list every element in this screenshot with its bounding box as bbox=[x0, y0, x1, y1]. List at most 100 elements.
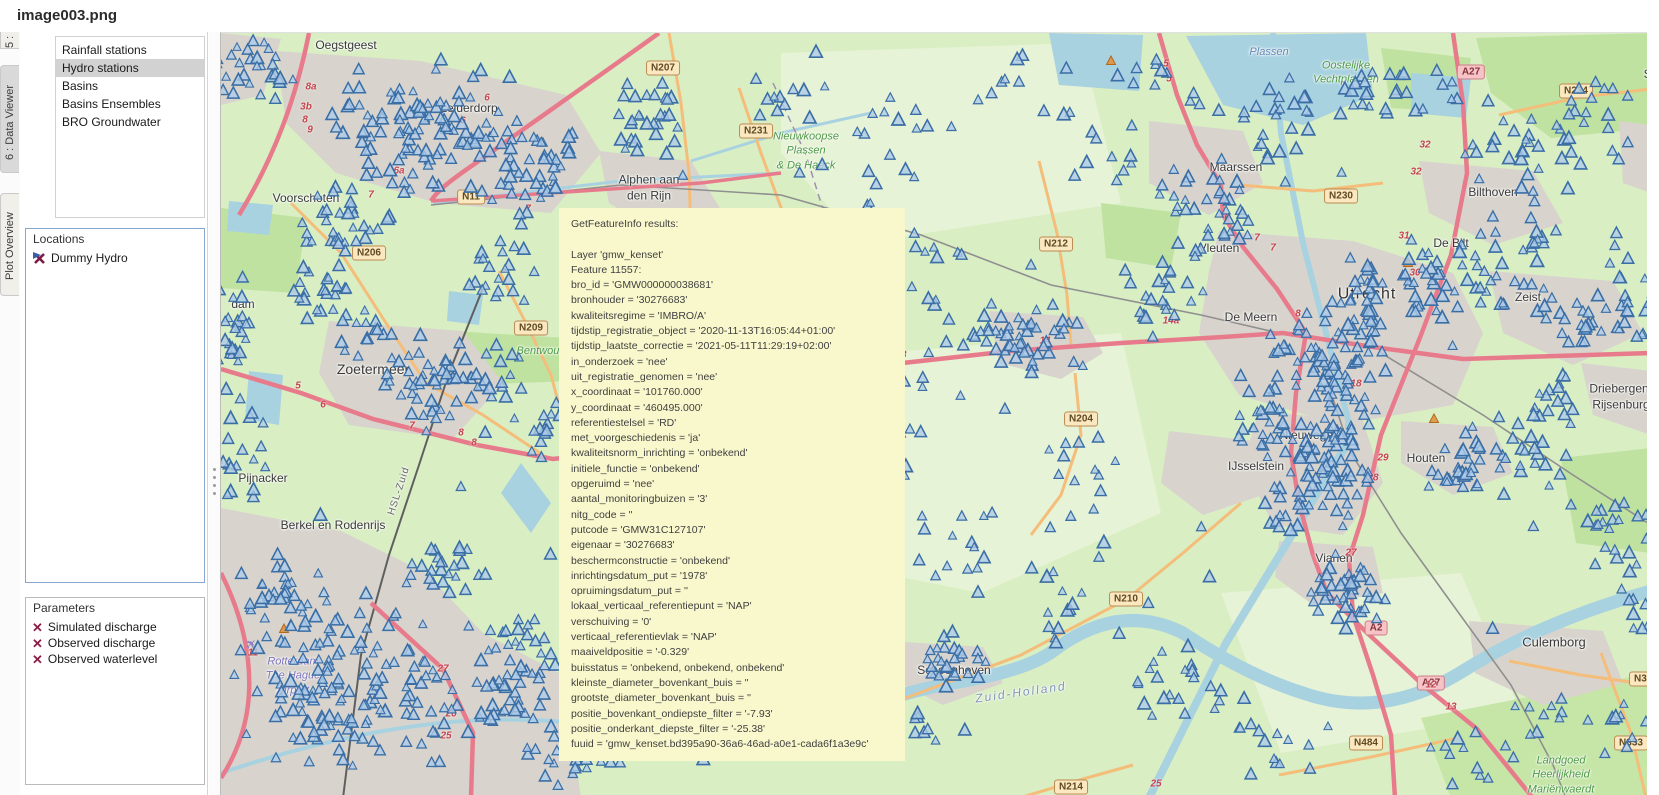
motorway-exit-number: 6 bbox=[484, 93, 490, 104]
gfi-line: grootste_diameter_bovenkant_buis = '' bbox=[571, 691, 893, 706]
city-label-nieuwegein: Nieuwegein bbox=[1280, 428, 1343, 444]
gfi-line: referentiestelsel = 'RD' bbox=[571, 416, 893, 431]
province-label-zuid-holland-river: Zuid-Holland bbox=[974, 679, 1067, 707]
tab-plot-overview[interactable]: Plot Overview bbox=[0, 193, 19, 296]
city-label-leiderdorp: Leiderdorp bbox=[440, 101, 497, 117]
road-shield-n234: N234 bbox=[1559, 84, 1593, 99]
gfi-line: fuuid = 'gmw_kenset.bd395a90-36a6-46ad-a… bbox=[571, 737, 893, 752]
gfi-line: putcode = 'GMW31C127107' bbox=[571, 523, 893, 538]
layer-item-bro-groundwater[interactable]: BRO Groundwater bbox=[56, 113, 204, 131]
gfi-line: verticaal_referentievlak = 'NAP' bbox=[571, 630, 893, 645]
gfi-line: tijdstip_registratie_object = '2020-11-1… bbox=[571, 324, 893, 339]
motorway-exit-number: 7 bbox=[1254, 233, 1260, 244]
rail-label-hsl-zuid: HSL-Zuid bbox=[385, 465, 413, 517]
airplane-icon: ✈ bbox=[240, 633, 261, 654]
gfi-line: maaiveldpositie = '-0.329' bbox=[571, 645, 893, 660]
parameter-item-observed-discharge[interactable]: ✕Observed discharge bbox=[26, 635, 204, 651]
layers-list: Rainfall stationsHydro stationsBasinsBas… bbox=[55, 36, 205, 218]
road-shield-n320: N320 bbox=[1629, 672, 1647, 687]
motorway-exit-number: 13 bbox=[1445, 702, 1456, 713]
gfi-line: kwaliteitsregime = 'IMBRO/A' bbox=[571, 309, 893, 324]
motorway-exit-number: 12 bbox=[1425, 680, 1436, 691]
city-label-berkel-en-rodenrijs: Berkel en Rodenrijs bbox=[281, 518, 386, 534]
x-mark-icon: ✕ bbox=[32, 621, 43, 634]
left-tab-strip: 5 : F 6 : Data Viewer Plot Overview bbox=[0, 32, 20, 795]
city-label-vleuten: Vleuten bbox=[1199, 241, 1240, 257]
motorway-exit-number: 6 bbox=[320, 400, 326, 411]
x-mark-icon: ✕ bbox=[32, 637, 43, 650]
motorway-exit-number: 30 bbox=[1409, 268, 1420, 279]
gfi-line: buisstatus = 'onbekend, onbekend, onbeke… bbox=[571, 661, 893, 676]
road-shield-a2: A2 bbox=[1365, 621, 1388, 636]
city-label-alphen-aan-den-rijn: Alphen aan den Rijn bbox=[619, 172, 680, 203]
motorway-exit-number: 25 bbox=[440, 731, 451, 742]
groundwater-triangle-markers bbox=[221, 35, 1647, 789]
city-label-bilthoven: Bilthoven bbox=[1468, 185, 1517, 201]
airport-label-rotterdam-the-hague: Rotterdam The Hague Airport bbox=[266, 655, 320, 698]
gfi-line: bronhouder = '30276683' bbox=[571, 293, 893, 308]
road-shield-a27: A27 bbox=[1417, 676, 1445, 691]
road-shield-n204: N204 bbox=[1064, 412, 1098, 427]
layer-item-basins-ensembles[interactable]: Basins Ensembles bbox=[56, 95, 204, 113]
parameter-item-observed-waterlevel[interactable]: ✕Observed waterlevel bbox=[26, 651, 204, 667]
city-label-utrecht: Utrecht bbox=[1338, 285, 1397, 306]
motorway-exit-number: 11 bbox=[248, 648, 258, 659]
layer-item-basins[interactable]: Basins bbox=[56, 77, 204, 95]
city-label-zoetermeer: Zoetermeer bbox=[337, 360, 409, 378]
motorway-exit-number: 8 bbox=[1295, 309, 1301, 320]
map-label-layer: OegstgeestLeiderdorpVoorschotenAlphen aa… bbox=[221, 33, 1647, 795]
sidebar: Rainfall stationsHydro stationsBasinsBas… bbox=[20, 32, 208, 795]
city-label-vianen: Vianen bbox=[1315, 551, 1352, 567]
gfi-line: verschuiving = '0' bbox=[571, 615, 893, 630]
gfi-line bbox=[571, 232, 893, 247]
motorway-exit-number: 5 bbox=[1166, 74, 1172, 85]
nature-label-nieuwkoopse-plassen: Nieuwkoopse Plassen & De Haeck bbox=[773, 130, 839, 173]
map-viewport[interactable]: OegstgeestLeiderdorpVoorschotenAlphen aa… bbox=[220, 32, 1647, 795]
gfi-line: kwaliteitsnorm_inrichting = 'onbekend' bbox=[571, 446, 893, 461]
parameter-item-simulated-discharge[interactable]: ✕ Simulated discharge bbox=[26, 619, 204, 635]
city-label-pijnacker: Pijnacker bbox=[238, 471, 287, 487]
city-label-de-bilt: De Bilt bbox=[1433, 236, 1468, 252]
map-base-svg bbox=[221, 33, 1647, 795]
getfeatureinfo-popup: GetFeatureInfo results: Layer 'gmw_kense… bbox=[559, 208, 905, 761]
motorway-exit-number: 8 bbox=[302, 115, 308, 126]
city-label-schoonhoven: Schoonhoven bbox=[917, 663, 990, 679]
gfi-line: kleinste_diameter_bovenkant_buis = '' bbox=[571, 676, 893, 691]
gfi-line: beschermconstructie = 'onbekend' bbox=[571, 554, 893, 569]
parameter-item-label: Simulated discharge bbox=[48, 620, 157, 634]
motorway-exit-number: 3b bbox=[300, 102, 312, 113]
motorway-exit-number: 7 bbox=[525, 204, 531, 215]
parameters-title: Parameters bbox=[26, 598, 204, 619]
road-shield-n231: N231 bbox=[739, 124, 773, 139]
city-label-zeist: Zeist bbox=[1515, 290, 1541, 306]
city-label-driebergen-rijsenburg: Driebergen- Rijsenburg bbox=[1589, 381, 1647, 412]
gfi-line: Feature 11557: bbox=[571, 263, 893, 278]
city-label-soest: Soest bbox=[1644, 67, 1647, 83]
motorway-exit-number: 8 bbox=[458, 428, 464, 439]
gfi-line: positie_onderkant_diepste_filter = '-25.… bbox=[571, 722, 893, 737]
gfi-line: nitg_code = '' bbox=[571, 508, 893, 523]
gfi-line: bro_id = 'GMW000000038681' bbox=[571, 278, 893, 293]
city-label-oegstgeest: Oegstgeest bbox=[315, 38, 376, 54]
motorway-exit-number: 6 bbox=[460, 116, 466, 127]
road-shield-n333: N333 bbox=[1614, 736, 1647, 751]
road-shield-a27: A27 bbox=[1457, 65, 1485, 80]
motorway-exit-number: 28 bbox=[1367, 473, 1378, 484]
location-item-dummy-hydro[interactable]: Dummy Hydro bbox=[26, 250, 204, 266]
road-shield-n210: N210 bbox=[1109, 592, 1143, 607]
layer-item-rainfall-stations[interactable]: Rainfall stations bbox=[56, 41, 204, 59]
gfi-line: y_coordinaat = '460495.000' bbox=[571, 401, 893, 416]
location-flag-x-icon bbox=[32, 251, 46, 265]
road-shield-n209: N209 bbox=[514, 321, 548, 336]
splitter-handle[interactable] bbox=[209, 32, 220, 795]
gfi-line: Layer 'gmw_kenset' bbox=[571, 248, 893, 263]
motorway-exit-number: 26 bbox=[445, 709, 456, 720]
tab-5-f[interactable]: 5 : F bbox=[0, 32, 19, 49]
tab-data-viewer[interactable]: 6 : Data Viewer bbox=[0, 65, 19, 173]
motorway-exit-number: 7 bbox=[1270, 243, 1276, 254]
motorway-exit-number: 7 bbox=[368, 190, 374, 201]
gfi-line: eigenaar = '30276683' bbox=[571, 538, 893, 553]
motorway-exit-number: 32 bbox=[1419, 140, 1430, 151]
motorway-exit-number: 8 bbox=[471, 438, 477, 449]
layer-item-hydro-stations[interactable]: Hydro stations bbox=[56, 59, 204, 77]
